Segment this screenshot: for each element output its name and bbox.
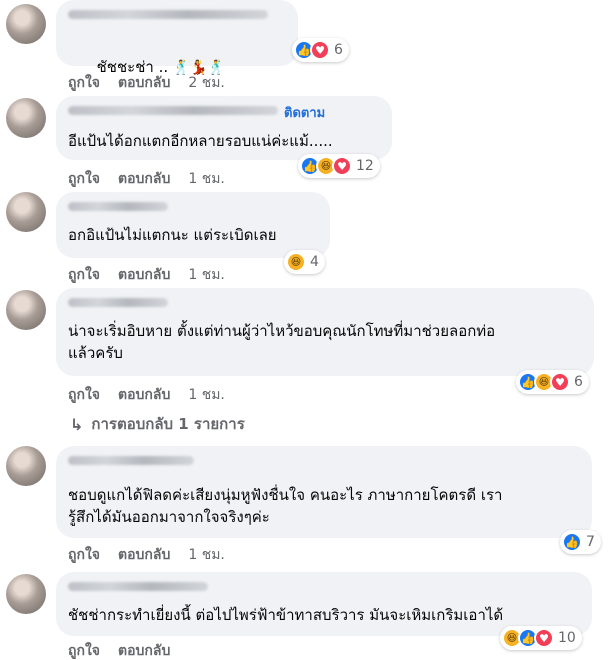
avatar[interactable] xyxy=(6,290,46,330)
love-icon: ♥ xyxy=(332,156,352,176)
comment-text: ชัชช่ากระทำเยี่ยงนี้ ต่อไปไพร่ฟ้าข้าทาสบ… xyxy=(68,606,504,624)
avatar[interactable] xyxy=(6,574,46,614)
comment-bubble: อกอิแป้นไม่แตกนะ แต่ระเบิดเลย xyxy=(56,192,330,258)
reply-arrow-icon: ↳ xyxy=(70,414,84,434)
comment-actions: ถูกใจ ตอบกลับ 2 ชม. xyxy=(68,72,243,94)
comment-bubble: น่าจะเริ่มอิบหาย ตั้งแต่ท่านผู้ว่าไหว้ขอ… xyxy=(56,288,594,376)
comment-bubble: ชัชชะช่า .. 🕺💃🕺 xyxy=(56,0,298,76)
comment-actions: ถูกใจ ตอบกลับ 1 ชม. xyxy=(68,384,243,406)
replies-count-label: การตอบกลับ 1 รายการ xyxy=(91,415,245,433)
reaction-summary[interactable]: 😆 4 xyxy=(284,250,325,274)
like-link[interactable]: ถูกใจ xyxy=(68,72,100,94)
comment-text: อีแป้นได้อกแตกอีกหลายรอบแน่ค่ะแม้..... xyxy=(68,132,333,150)
reaction-count: 10 xyxy=(558,630,576,646)
reaction-count: 4 xyxy=(310,254,319,270)
reaction-count: 12 xyxy=(356,158,374,174)
author-name-blurred[interactable] xyxy=(68,106,278,115)
reaction-summary[interactable]: 👍 😆 ♥ 6 xyxy=(516,370,589,394)
like-link[interactable]: ถูกใจ xyxy=(68,384,100,406)
comment-text: อกอิแป้นไม่แตกนะ แต่ระเบิดเลย xyxy=(68,226,277,244)
avatar[interactable] xyxy=(6,446,46,486)
reaction-count: 6 xyxy=(574,374,583,390)
author-name-blurred[interactable] xyxy=(68,202,168,211)
reply-link[interactable]: ตอบกลับ xyxy=(118,264,170,286)
haha-icon: 😆 xyxy=(286,252,306,272)
like-link[interactable]: ถูกใจ xyxy=(68,544,100,566)
reaction-summary[interactable]: 👍 7 xyxy=(560,530,601,554)
love-icon: ♥ xyxy=(310,40,330,60)
like-link[interactable]: ถูกใจ xyxy=(68,168,100,190)
view-replies-link[interactable]: ↳ การตอบกลับ 1 รายการ xyxy=(70,412,245,436)
reply-link[interactable]: ตอบกลับ xyxy=(118,72,170,94)
author-name-blurred[interactable] xyxy=(68,456,194,465)
comment-bubble: ชอบดูแกได้ฟิลดค่ะเสียงนุ่มหูฟังชื่นใจ คน… xyxy=(56,446,592,538)
love-icon: ♥ xyxy=(550,372,570,392)
reply-link[interactable]: ตอบกลับ xyxy=(118,544,170,566)
author-name-blurred[interactable] xyxy=(68,10,268,19)
timestamp[interactable]: 1 ชม. xyxy=(188,384,225,406)
timestamp[interactable]: 1 ชม. xyxy=(188,264,225,286)
timestamp[interactable]: 1 ชม. xyxy=(188,168,225,190)
comment-text: น่าจะเริ่มอิบหาย ตั้งแต่ท่านผู้ว่าไหว้ขอ… xyxy=(68,322,496,362)
love-icon: ♥ xyxy=(534,628,554,648)
like-link[interactable]: ถูกใจ xyxy=(68,264,100,286)
reaction-count: 7 xyxy=(586,534,595,550)
comment-bubble: ติดตาม อีแป้นได้อกแตกอีกหลายรอบแน่ค่ะแม้… xyxy=(56,96,392,160)
reply-link[interactable]: ตอบกลับ xyxy=(118,384,170,406)
avatar[interactable] xyxy=(6,98,46,138)
timestamp[interactable]: 2 ชม. xyxy=(188,72,225,94)
timestamp[interactable]: 1 ชม. xyxy=(188,544,225,566)
reply-link[interactable]: ตอบกลับ xyxy=(118,640,170,660)
avatar[interactable] xyxy=(6,192,46,232)
comment-actions: ถูกใจ ตอบกลับ 1 ชม. xyxy=(68,264,243,286)
reaction-summary[interactable]: 😆 👍 ♥ 10 xyxy=(500,626,582,650)
author-name-blurred[interactable] xyxy=(68,298,168,307)
comment-actions: ถูกใจ ตอบกลับ 1 ชม. xyxy=(68,168,243,190)
comment-actions: ถูกใจ ตอบกลับ 1 ชม. xyxy=(68,544,243,566)
follow-button[interactable]: ติดตาม xyxy=(284,102,325,123)
avatar[interactable] xyxy=(6,4,46,44)
comment-text: ชอบดูแกได้ฟิลดค่ะเสียงนุ่มหูฟังชื่นใจ คน… xyxy=(68,486,503,526)
reaction-count: 6 xyxy=(334,42,343,58)
author-name-blurred[interactable] xyxy=(68,582,208,591)
like-link[interactable]: ถูกใจ xyxy=(68,640,100,660)
reaction-summary[interactable]: 👍 ♥ 6 xyxy=(292,38,349,62)
reply-link[interactable]: ตอบกลับ xyxy=(118,168,170,190)
like-icon: 👍 xyxy=(562,532,582,552)
comment-actions: ถูกใจ ตอบกลับ xyxy=(68,640,188,660)
reaction-summary[interactable]: 👍 😆 ♥ 12 xyxy=(298,154,380,178)
